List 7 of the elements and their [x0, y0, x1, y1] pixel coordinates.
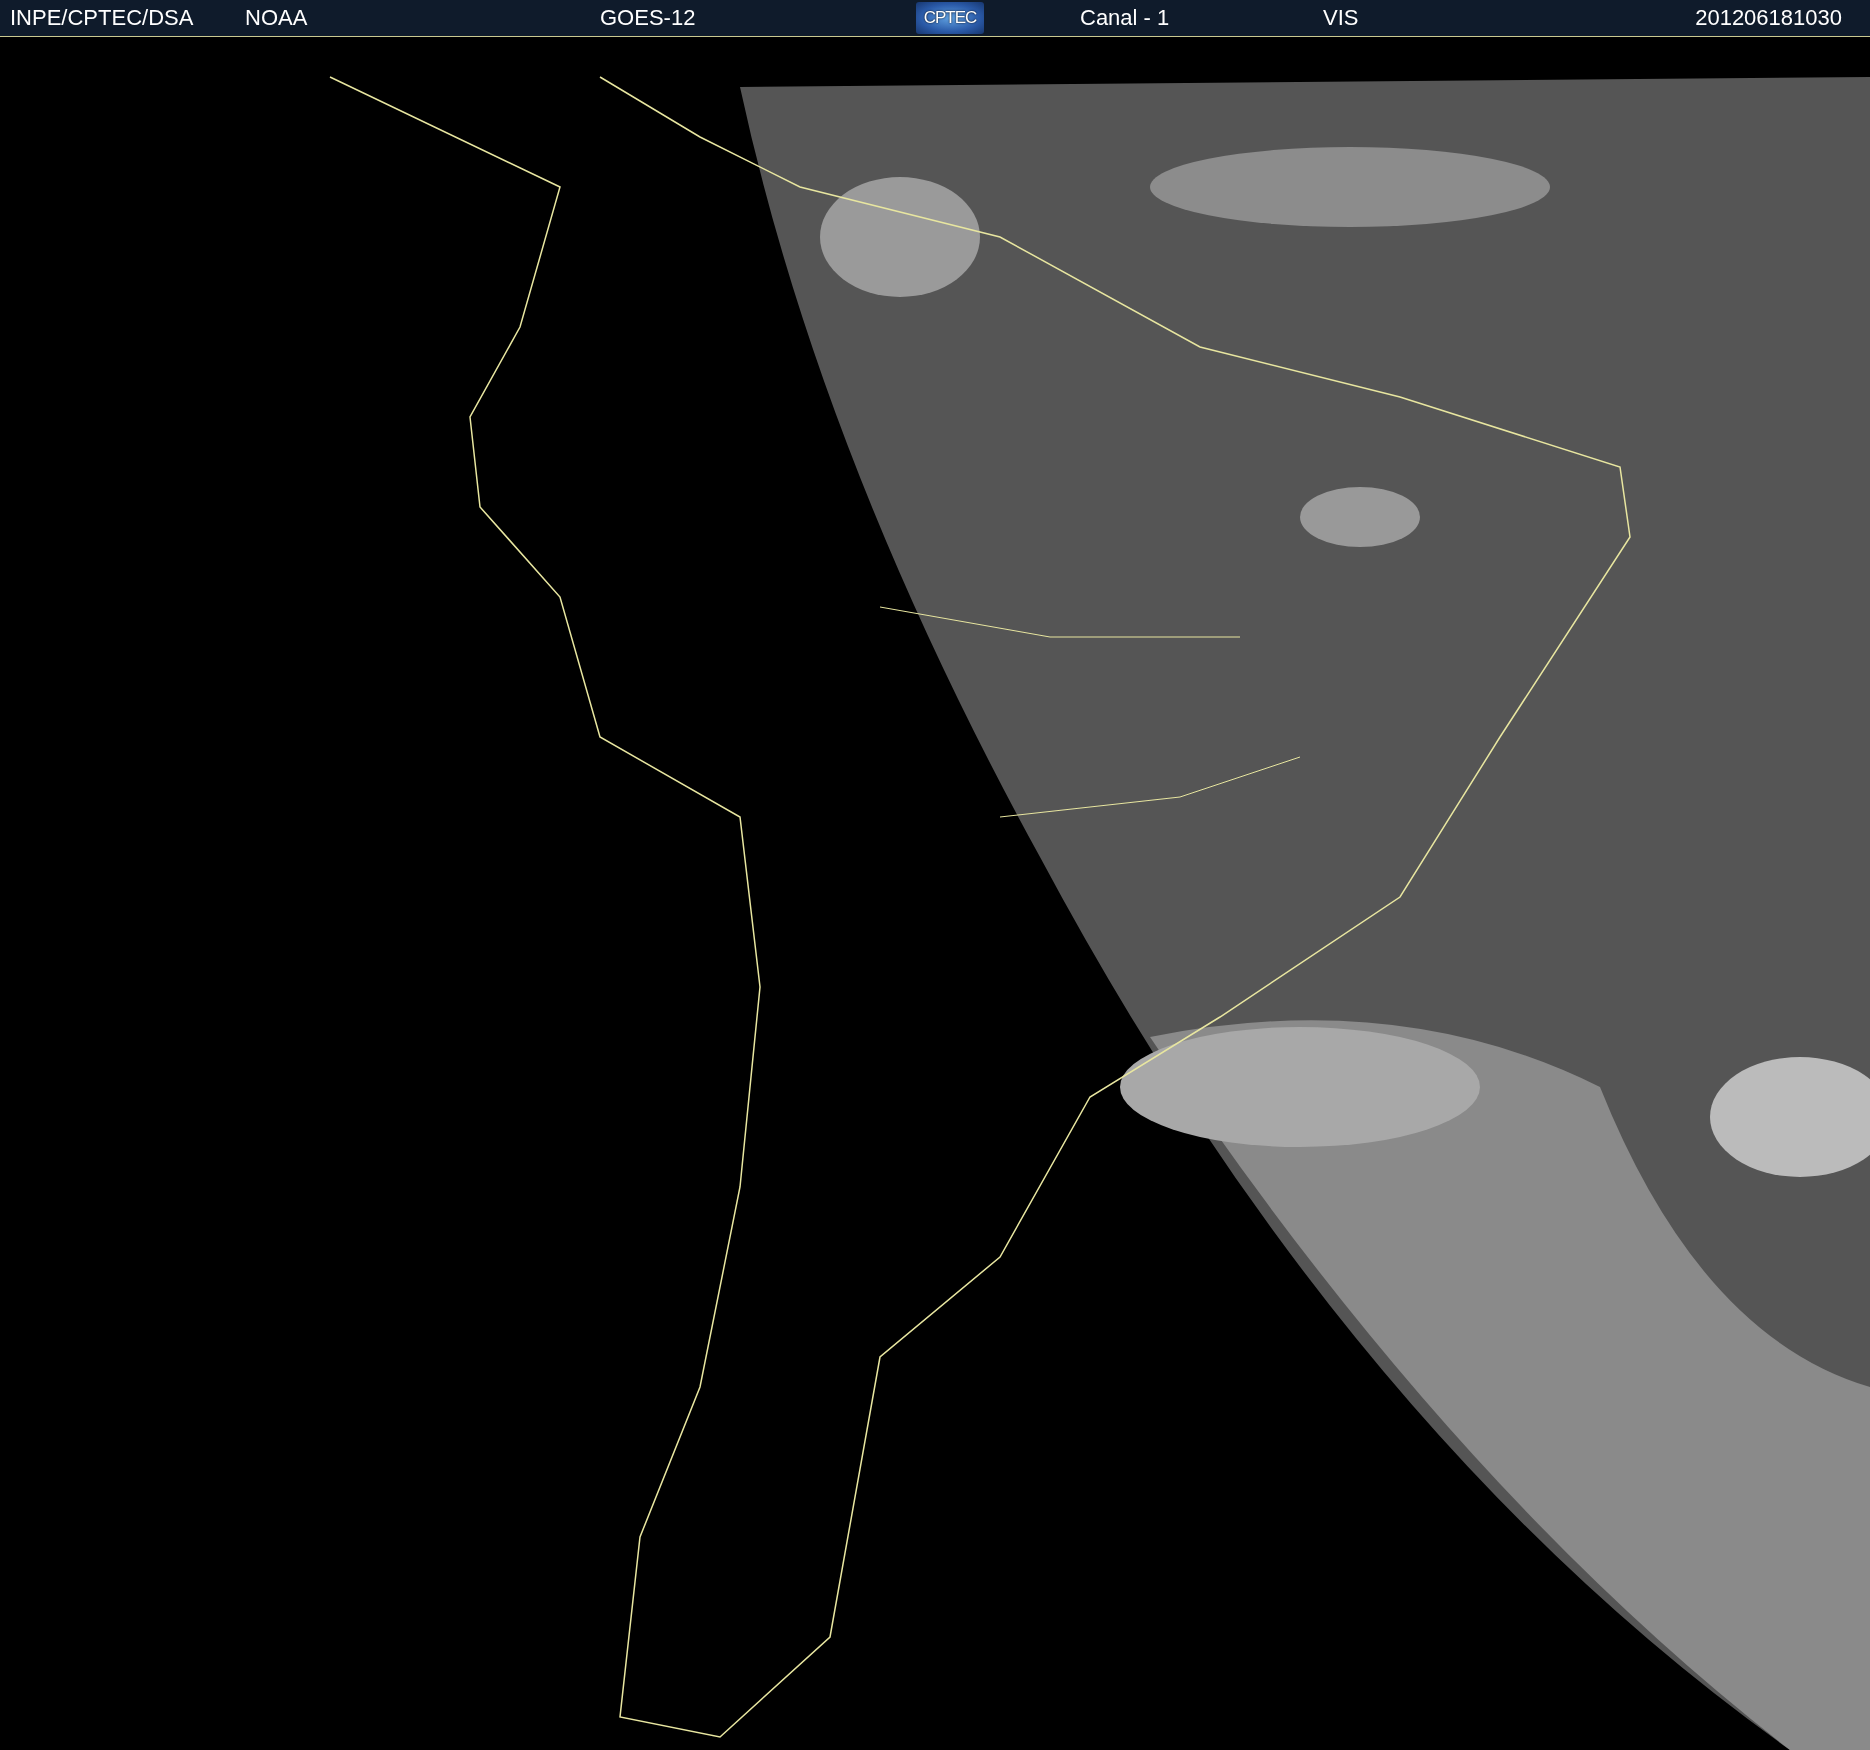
header-text: NOAA	[245, 5, 308, 31]
header-text: GOES-12	[600, 5, 696, 31]
header-text: VIS	[1323, 5, 1359, 31]
header-text: INPE/CPTEC/DSA	[10, 5, 194, 31]
header-text: 201206181030	[1695, 5, 1842, 31]
header-text: Canal - 1	[1080, 5, 1170, 31]
logo: CPTEC	[916, 2, 984, 34]
